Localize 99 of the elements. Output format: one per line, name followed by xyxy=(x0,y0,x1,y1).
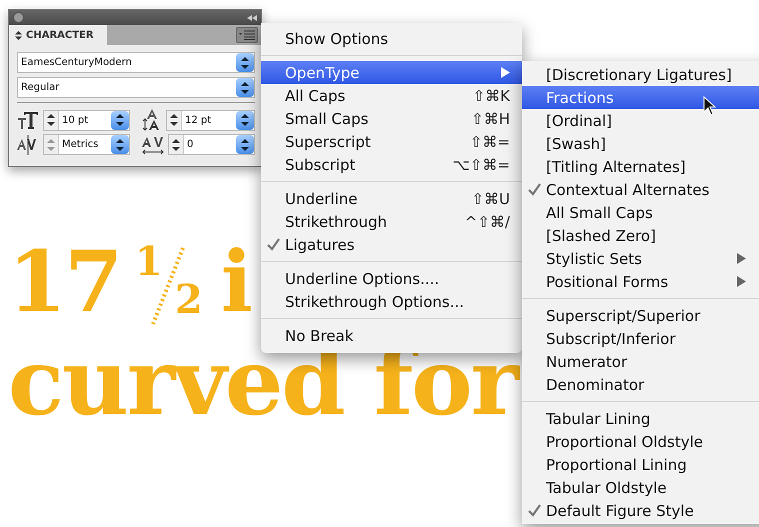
menu-item-label: Default Figure Style xyxy=(546,502,694,520)
menu-item-label: Tabular Oldstyle xyxy=(546,478,667,496)
menu-item[interactable]: Stylistic Sets xyxy=(522,247,759,270)
keyboard-shortcut: ⇧⌘H xyxy=(471,110,510,128)
menu-item[interactable]: [Slashed Zero] xyxy=(522,224,759,247)
keyboard-shortcut: ^⇧⌘/ xyxy=(464,212,510,230)
menu-item[interactable]: Tabular Oldstyle xyxy=(522,476,759,499)
keyboard-shortcut: ⌥⇧⌘= xyxy=(452,156,510,174)
updown-arrows-icon xyxy=(15,30,22,40)
leading-field[interactable]: 12 pt xyxy=(166,110,255,130)
menu-item[interactable]: Fractions xyxy=(522,86,759,109)
menu-item-label: Stylistic Sets xyxy=(546,250,642,268)
menu-item-label: Superscript xyxy=(285,132,371,150)
keyboard-shortcut: ⇧⌘= xyxy=(470,132,510,150)
menu-item[interactable]: Proportional Lining xyxy=(522,453,759,476)
menu-item[interactable]: Proportional Oldstyle xyxy=(522,430,759,453)
menu-item[interactable]: Show Options xyxy=(261,27,522,50)
menu-item-label: Contextual Alternates xyxy=(546,180,710,198)
keyboard-shortcut: ⇧⌘U xyxy=(471,190,510,208)
font-family-dropdown[interactable]: EamesCenturyModern xyxy=(17,52,255,73)
menu-item[interactable]: [Ordinal] xyxy=(522,109,759,132)
menu-item-label: Proportional Lining xyxy=(546,456,687,474)
leading-icon xyxy=(142,109,162,131)
menu-item-label: No Break xyxy=(285,326,354,344)
fraction-denominator: 2 xyxy=(174,278,203,322)
updown-arrows-icon xyxy=(241,82,249,94)
kerning-field[interactable]: Metrics xyxy=(43,134,130,155)
menu-item-label: Strikethrough xyxy=(285,212,388,230)
mouse-pointer-icon xyxy=(703,96,717,116)
menu-item-label: Small Caps xyxy=(285,110,368,128)
menu-item[interactable]: Superscript ⇧⌘= xyxy=(261,130,522,153)
keyboard-shortcut: ⇧⌘K xyxy=(472,86,510,104)
menu-item[interactable]: OpenType xyxy=(261,61,522,84)
menu-item[interactable]: Contextual Alternates xyxy=(522,178,759,201)
menu-item-label: Denominator xyxy=(546,376,644,394)
stepper-icon[interactable] xyxy=(170,114,178,126)
menu-item-label: [Titling Alternates] xyxy=(546,158,686,176)
menu-icon xyxy=(239,30,255,40)
menu-item-label: OpenType xyxy=(285,64,360,82)
font-size-field[interactable]: 10 pt xyxy=(43,110,130,130)
menu-item[interactable]: [Swash] xyxy=(522,132,759,155)
headline-text: i xyxy=(220,238,251,326)
menu-item[interactable]: All Small Caps xyxy=(522,201,759,224)
menu-item-label: [Discretionary Ligatures] xyxy=(546,66,732,84)
collapse-icon[interactable] xyxy=(247,14,257,20)
menu-item-label: Fractions xyxy=(546,88,614,106)
menu-item[interactable]: Underline ⇧⌘U xyxy=(261,187,522,210)
menu-item-label: Positional Forms xyxy=(546,272,668,290)
menu-item-label: Underline xyxy=(285,190,358,208)
headline-number: 17 xyxy=(8,238,121,326)
menu-item[interactable]: Ligatures xyxy=(261,233,522,256)
panel-tab[interactable]: CHARACTER xyxy=(9,25,107,45)
close-icon[interactable] xyxy=(13,12,24,23)
menu-item-label: Underline Options.... xyxy=(285,270,440,288)
menu-item[interactable]: Strikethrough Options... xyxy=(261,290,522,313)
menu-item-label: All Caps xyxy=(285,86,346,104)
updown-arrows-icon xyxy=(241,138,249,150)
panel-title: CHARACTER xyxy=(26,30,94,40)
menu-item[interactable]: Denominator xyxy=(522,373,759,396)
menu-item[interactable]: Strikethrough ^⇧⌘/ xyxy=(261,210,522,233)
menu-item[interactable]: All Caps ⇧⌘K xyxy=(261,84,522,107)
menu-item[interactable]: [Discretionary Ligatures] xyxy=(522,63,759,86)
updown-arrows-icon xyxy=(116,138,124,150)
menu-item-label: Show Options xyxy=(285,30,388,48)
menu-item-label: Subscript xyxy=(285,156,356,174)
kerning-icon xyxy=(17,134,39,154)
menu-item[interactable]: Subscript ⌥⇧⌘= xyxy=(261,153,522,176)
menu-item-label: All Small Caps xyxy=(546,204,653,222)
menu-item[interactable]: Positional Forms xyxy=(522,270,759,293)
updown-arrows-icon xyxy=(116,114,124,126)
menu-item-label: Ligatures xyxy=(285,236,355,254)
menu-item-label: [Swash] xyxy=(546,134,606,152)
menu-item-label: Numerator xyxy=(546,352,628,370)
menu-item[interactable]: [Titling Alternates] xyxy=(522,155,759,178)
menu-item-label: Tabular Lining xyxy=(546,410,650,428)
menu-item[interactable]: No Break xyxy=(261,324,522,347)
stepper-icon[interactable] xyxy=(47,114,55,126)
updown-arrows-icon xyxy=(241,114,249,126)
menu-item[interactable]: Small Caps ⇧⌘H xyxy=(261,107,522,130)
menu-item[interactable]: Numerator xyxy=(522,350,759,373)
menu-item[interactable]: Tabular Lining xyxy=(522,407,759,430)
menu-item-label: [Ordinal] xyxy=(546,112,612,130)
menu-item-label: Subscript/Inferior xyxy=(546,330,676,348)
font-style-dropdown[interactable]: Regular xyxy=(17,77,255,98)
menu-item-label: Superscript/Superior xyxy=(546,306,700,324)
menu-item[interactable]: Superscript/Superior xyxy=(522,304,759,327)
font-size-icon xyxy=(17,110,39,130)
tracking-field[interactable]: 0 xyxy=(168,134,255,155)
menu-item[interactable]: Subscript/Inferior xyxy=(522,327,759,350)
tracking-icon xyxy=(142,134,164,154)
stepper-icon[interactable] xyxy=(172,138,180,150)
menu-item[interactable]: Default Figure Style xyxy=(522,499,759,522)
updown-arrows-icon xyxy=(241,56,249,68)
menu-item-label: Proportional Oldstyle xyxy=(546,432,703,450)
panel-menu-button[interactable] xyxy=(236,27,258,43)
menu-item-label: [Slashed Zero] xyxy=(546,226,656,244)
fraction-numerator: 1 xyxy=(134,240,163,284)
menu-item[interactable]: Underline Options.... xyxy=(261,267,522,290)
menu-item-label: Strikethrough Options... xyxy=(285,292,464,310)
